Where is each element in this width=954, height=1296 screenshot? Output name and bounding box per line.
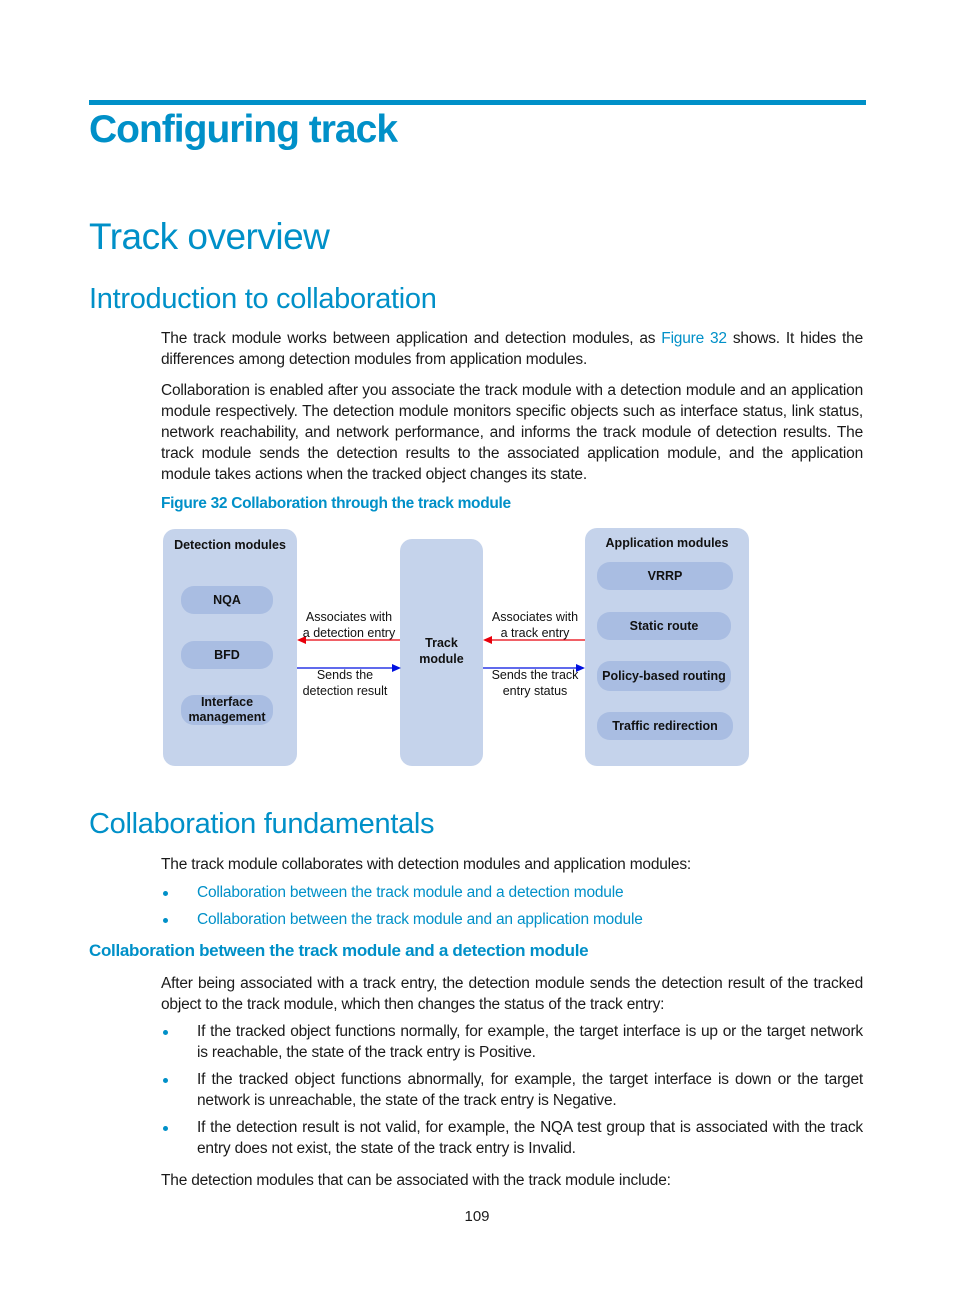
detection-collab-outro: The detection modules that can be associ… bbox=[161, 1172, 671, 1189]
bullet-icon bbox=[163, 1030, 168, 1035]
label-associates-detection-entry: Associates with a detection entry bbox=[298, 609, 400, 641]
fundamentals-heading: Collaboration fundamentals bbox=[89, 808, 435, 840]
label-line: Sends the bbox=[316, 668, 374, 682]
list-item: If the detection result is not valid, fo… bbox=[161, 1117, 863, 1159]
intro-paragraph-2: Collaboration is enabled after you assoc… bbox=[161, 382, 863, 483]
collaboration-diagram: Detection modules NQA BFD Interface mana… bbox=[160, 525, 755, 770]
label-line: a track entry bbox=[500, 626, 570, 640]
intro-heading: Introduction to collaboration bbox=[89, 283, 437, 315]
link-application-collaboration[interactable]: Collaboration between the track module a… bbox=[197, 911, 643, 928]
label-associates-track-entry: Associates with a track entry bbox=[484, 609, 586, 641]
intro-paragraph-1: The track module works between applicati… bbox=[161, 328, 863, 370]
label-line: Sends the track bbox=[491, 668, 579, 682]
list-item: Collaboration between the track module a… bbox=[161, 909, 863, 930]
list-item: Collaboration between the track module a… bbox=[161, 882, 863, 903]
label-sends-detection-result: Sends the detection result bbox=[294, 667, 396, 699]
list-item: If the tracked object functions normally… bbox=[161, 1021, 863, 1063]
label-sends-track-entry-status: Sends the track entry status bbox=[484, 667, 586, 699]
bullet-icon bbox=[163, 1126, 168, 1131]
figure-32-link[interactable]: Figure 32 bbox=[661, 330, 727, 347]
track-state-list: If the tracked object functions normally… bbox=[161, 1021, 863, 1159]
arrows-layer bbox=[297, 636, 585, 672]
section-title: Track overview bbox=[89, 216, 330, 257]
label-line: detection result bbox=[302, 684, 388, 698]
bullet-text: If the detection result is not valid, fo… bbox=[197, 1119, 863, 1157]
figure-caption: Figure 32 Collaboration through the trac… bbox=[161, 495, 511, 512]
bullet-icon bbox=[163, 1078, 168, 1083]
label-line: Associates with bbox=[491, 610, 579, 624]
bullet-icon bbox=[163, 891, 168, 896]
page-number: 109 bbox=[464, 1208, 490, 1225]
fundamentals-link-list: Collaboration between the track module a… bbox=[161, 882, 863, 930]
link-detection-collaboration[interactable]: Collaboration between the track module a… bbox=[197, 884, 624, 901]
bullet-icon bbox=[163, 918, 168, 923]
bullet-text: If the tracked object functions normally… bbox=[197, 1023, 863, 1061]
detection-collab-heading: Collaboration between the track module a… bbox=[89, 941, 589, 960]
detection-collab-intro: After being associated with a track entr… bbox=[161, 975, 863, 1013]
label-line: entry status bbox=[502, 684, 568, 698]
fundamentals-intro: The track module collaborates with detec… bbox=[161, 856, 691, 873]
chapter-rule bbox=[89, 100, 866, 105]
label-line: a detection entry bbox=[302, 626, 396, 640]
chapter-title: Configuring track bbox=[89, 108, 398, 151]
label-line: Associates with bbox=[305, 610, 393, 624]
list-item: If the tracked object functions abnormal… bbox=[161, 1069, 863, 1111]
intro-text-before: The track module works between applicati… bbox=[161, 330, 662, 347]
bullet-text: If the tracked object functions abnormal… bbox=[197, 1071, 863, 1109]
